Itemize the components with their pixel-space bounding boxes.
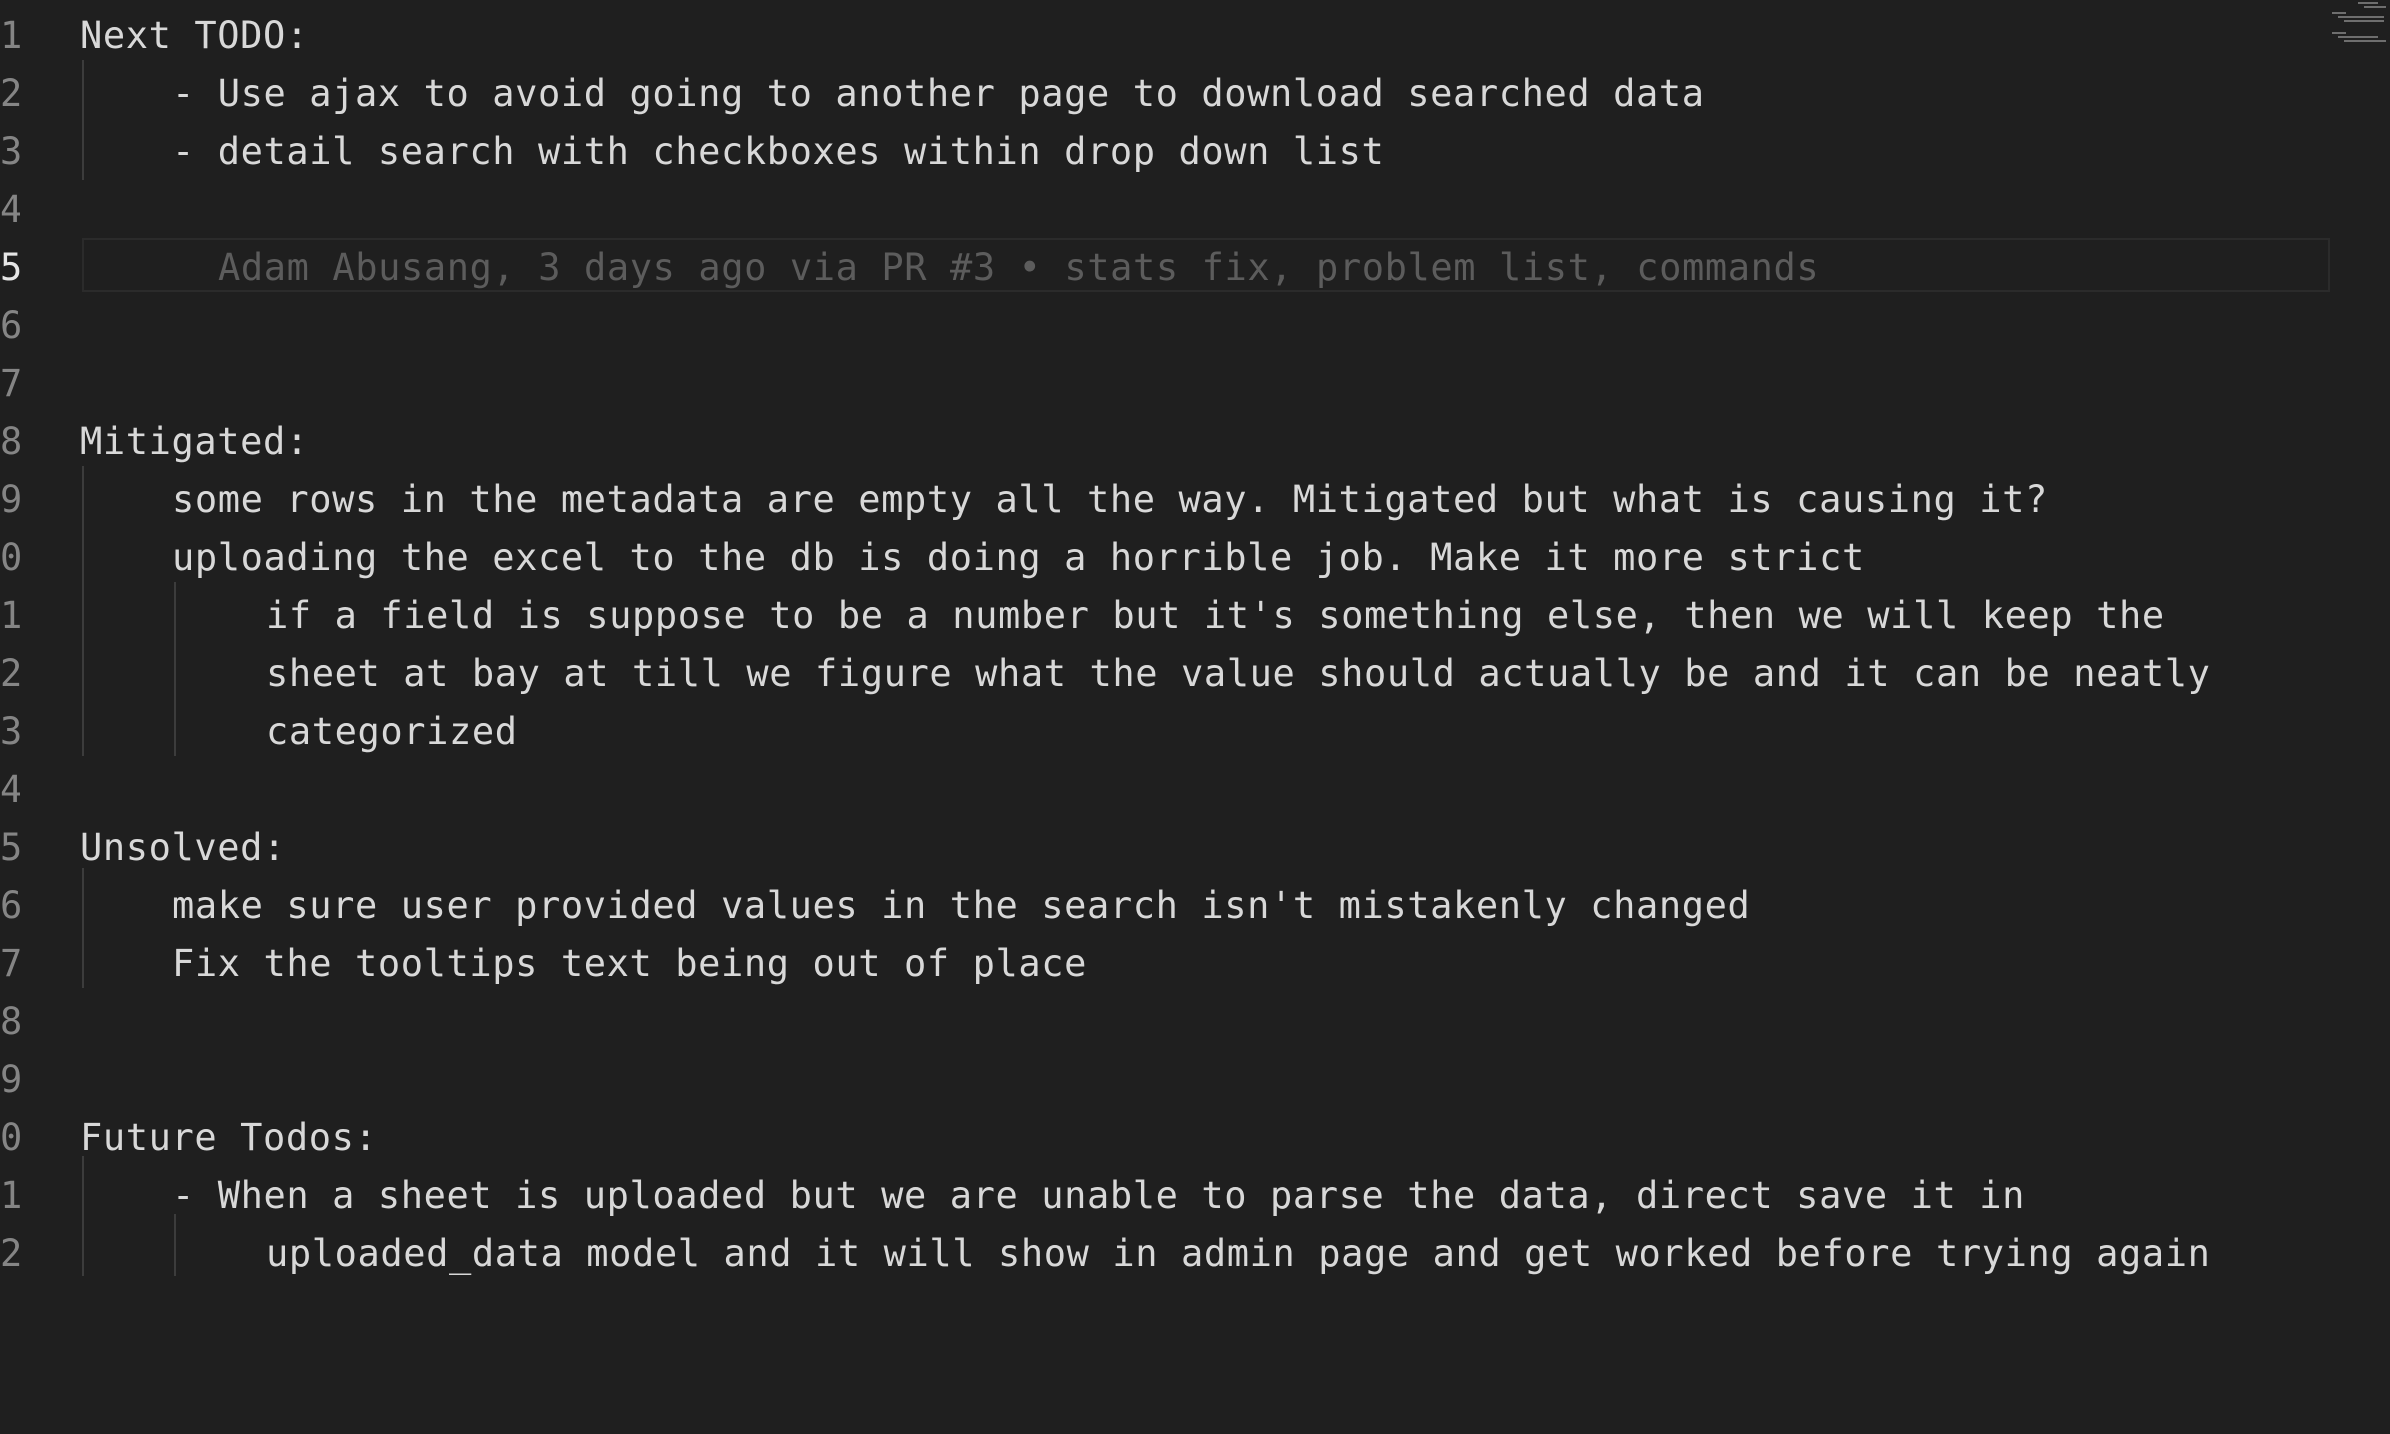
- code-line[interactable]: 8 Mitigated:: [0, 412, 2330, 470]
- minimap-line: [2364, 6, 2386, 8]
- minimap-line: [2344, 40, 2386, 42]
- line-number: 5: [0, 828, 20, 868]
- line-number: 1: [0, 1176, 20, 1216]
- line-number: 2: [0, 654, 20, 694]
- code-line[interactable]: 7 Fix the tooltips text being out of pla…: [0, 934, 2330, 992]
- git-blame-annotation[interactable]: Adam Abusang, 3 days ago via PR #3 • sta…: [218, 248, 1819, 288]
- line-number: 5: [0, 248, 20, 288]
- line-text: uploaded_data model and it will show in …: [266, 1232, 2211, 1275]
- code-line[interactable]: 1 Next TODO:: [0, 6, 2330, 64]
- line-number: 3: [0, 712, 20, 752]
- line-text: sheet at bay at till we figure what the …: [266, 652, 2211, 695]
- code-line[interactable]: 6 make sure user provided values in the …: [0, 876, 2330, 934]
- code-line-active[interactable]: 5 Adam Abusang, 3 days ago via PR #3 • s…: [0, 238, 2330, 296]
- line-number: 8: [0, 1002, 20, 1042]
- code-line[interactable]: 1 - When a sheet is uploaded but we are …: [0, 1166, 2330, 1224]
- line-number: 7: [0, 364, 20, 404]
- line-text: some rows in the metadata are empty all …: [172, 478, 2048, 521]
- minimap-line: [2358, 2, 2378, 4]
- line-text: make sure user provided values in the se…: [172, 884, 1751, 927]
- line-number: 8: [0, 422, 20, 462]
- code-line[interactable]: 1 if a field is suppose to be a number b…: [0, 586, 2330, 644]
- line-number: 2: [0, 1234, 20, 1274]
- minimap[interactable]: [2330, 0, 2390, 60]
- code-line[interactable]: 2 - Use ajax to avoid going to another p…: [0, 64, 2330, 122]
- code-line[interactable]: 0 uploading the excel to the db is doing…: [0, 528, 2330, 586]
- line-text: Future Todos:: [80, 1116, 378, 1159]
- code-editor[interactable]: 1 Next TODO: 2 - Use ajax to avoid going…: [0, 0, 2390, 1434]
- code-line[interactable]: 7: [0, 354, 2330, 412]
- line-number: 3: [0, 132, 20, 172]
- line-text: categorized: [266, 710, 518, 753]
- code-line[interactable]: 8: [0, 992, 2330, 1050]
- code-line[interactable]: 0 Future Todos:: [0, 1108, 2330, 1166]
- line-text: - When a sheet is uploaded but we are un…: [172, 1174, 2025, 1217]
- line-text: uploading the excel to the db is doing a…: [172, 536, 1865, 579]
- line-text: Fix the tooltips text being out of place: [172, 942, 1088, 985]
- line-number: 2: [0, 74, 20, 114]
- code-line[interactable]: 9 some rows in the metadata are empty al…: [0, 470, 2330, 528]
- line-text: if a field is suppose to be a number but…: [266, 594, 2165, 637]
- line-text: Unsolved:: [80, 826, 286, 869]
- minimap-line: [2332, 12, 2346, 14]
- minimap-line: [2338, 16, 2384, 18]
- line-number: 4: [0, 190, 20, 230]
- code-line[interactable]: 4: [0, 760, 2330, 818]
- line-text: - Use ajax to avoid going to another pag…: [172, 72, 1705, 115]
- line-number: 6: [0, 886, 20, 926]
- line-number: 6: [0, 306, 20, 346]
- code-line[interactable]: 3 categorized: [0, 702, 2330, 760]
- code-line[interactable]: 6: [0, 296, 2330, 354]
- line-text: Next TODO:: [80, 14, 309, 57]
- line-number: 9: [0, 480, 20, 520]
- code-line[interactable]: 4: [0, 180, 2330, 238]
- line-number: 0: [0, 538, 20, 578]
- line-text: - detail search with checkboxes within d…: [172, 130, 1385, 173]
- minimap-line: [2344, 20, 2384, 22]
- line-number: 0: [0, 1118, 20, 1158]
- code-line[interactable]: 9: [0, 1050, 2330, 1108]
- minimap-line: [2332, 32, 2346, 34]
- code-line[interactable]: 2 sheet at bay at till we figure what th…: [0, 644, 2330, 702]
- code-line[interactable]: 3 - detail search with checkboxes within…: [0, 122, 2330, 180]
- line-number: 7: [0, 944, 20, 984]
- line-number: 4: [0, 770, 20, 810]
- line-number: 1: [0, 596, 20, 636]
- line-text: Mitigated:: [80, 420, 309, 463]
- code-line[interactable]: 2 uploaded_data model and it will show i…: [0, 1224, 2330, 1282]
- minimap-line: [2338, 36, 2378, 38]
- line-number: 1: [0, 16, 20, 56]
- code-line[interactable]: 5 Unsolved:: [0, 818, 2330, 876]
- line-number: 9: [0, 1060, 20, 1100]
